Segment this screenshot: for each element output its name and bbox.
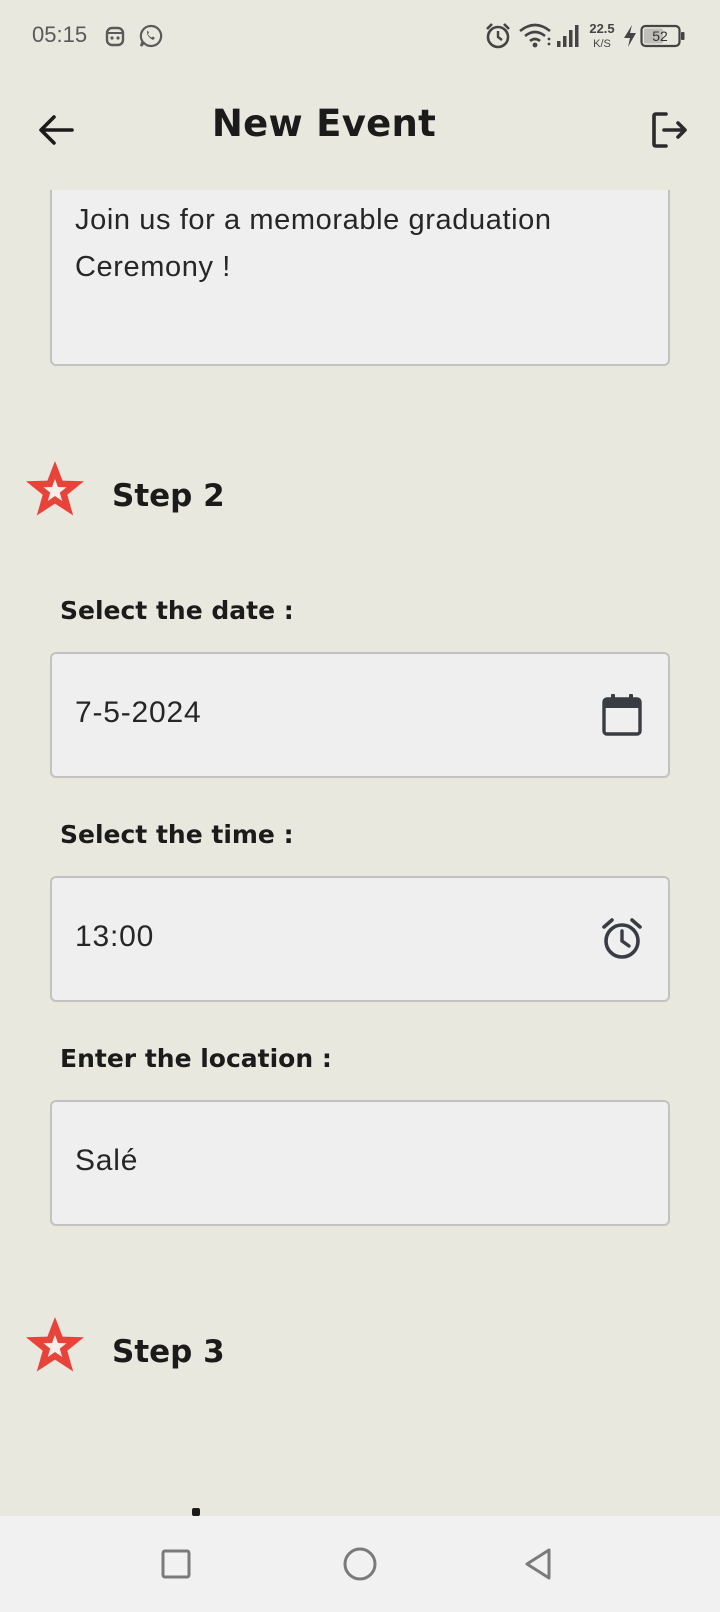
whatsapp-icon	[139, 24, 163, 48]
star-icon	[26, 461, 84, 516]
date-value: 7-5-2024	[75, 696, 202, 729]
status-time: 05:15	[32, 22, 88, 47]
app-bar: New Event	[0, 72, 720, 190]
step-3-label: Step 3	[112, 1334, 225, 1370]
alarm-icon	[486, 23, 510, 49]
description-field[interactable]: Join us for a memorable graduation Cerem…	[50, 190, 670, 366]
location-value: Salé	[75, 1144, 139, 1177]
battery-icon: 52	[640, 24, 685, 48]
page-title: New Event	[211, 102, 437, 145]
calendar-icon[interactable]	[600, 692, 644, 738]
home-circle-icon[interactable]	[342, 1546, 378, 1582]
step-2-label: Step 2	[112, 478, 225, 514]
recents-square-icon[interactable]	[160, 1548, 192, 1580]
form-content: Join us for a memorable graduation Cerem…	[0, 190, 720, 1516]
alarm-clock-icon[interactable]	[600, 916, 644, 962]
charging-icon	[624, 25, 636, 47]
date-label: Select the date :	[60, 596, 294, 625]
system-nav-bar	[0, 1516, 720, 1612]
logout-icon[interactable]	[650, 110, 690, 150]
star-icon	[26, 1317, 84, 1372]
time-label: Select the time :	[60, 820, 294, 849]
net-speed-value: 22.5	[589, 21, 614, 36]
step-2-header: Step 2	[0, 458, 720, 538]
date-input[interactable]: 7-5-2024	[50, 652, 670, 778]
net-speed-unit: K/S	[593, 38, 611, 50]
notification-icon	[105, 26, 125, 47]
location-input[interactable]: Salé	[50, 1100, 670, 1226]
net-speed: 22.5 K/S	[589, 21, 614, 50]
signal-icon	[557, 25, 579, 47]
wifi-icon	[519, 23, 551, 48]
status-bar: 05:15 22.5 K/S 52	[0, 0, 720, 72]
description-text: Join us for a memorable graduation Cerem…	[75, 204, 552, 283]
location-label: Enter the location :	[60, 1044, 332, 1073]
back-triangle-icon[interactable]	[522, 1546, 554, 1582]
step-3-header: Step 3	[0, 1314, 720, 1394]
screen: 05:15 22.5 K/S 52 New Event Join us for …	[0, 0, 720, 1612]
battery-level: 52	[652, 28, 668, 44]
time-value: 13:00	[75, 920, 155, 953]
clipped-text-fragment	[192, 1508, 200, 1516]
time-input[interactable]: 13:00	[50, 876, 670, 1002]
